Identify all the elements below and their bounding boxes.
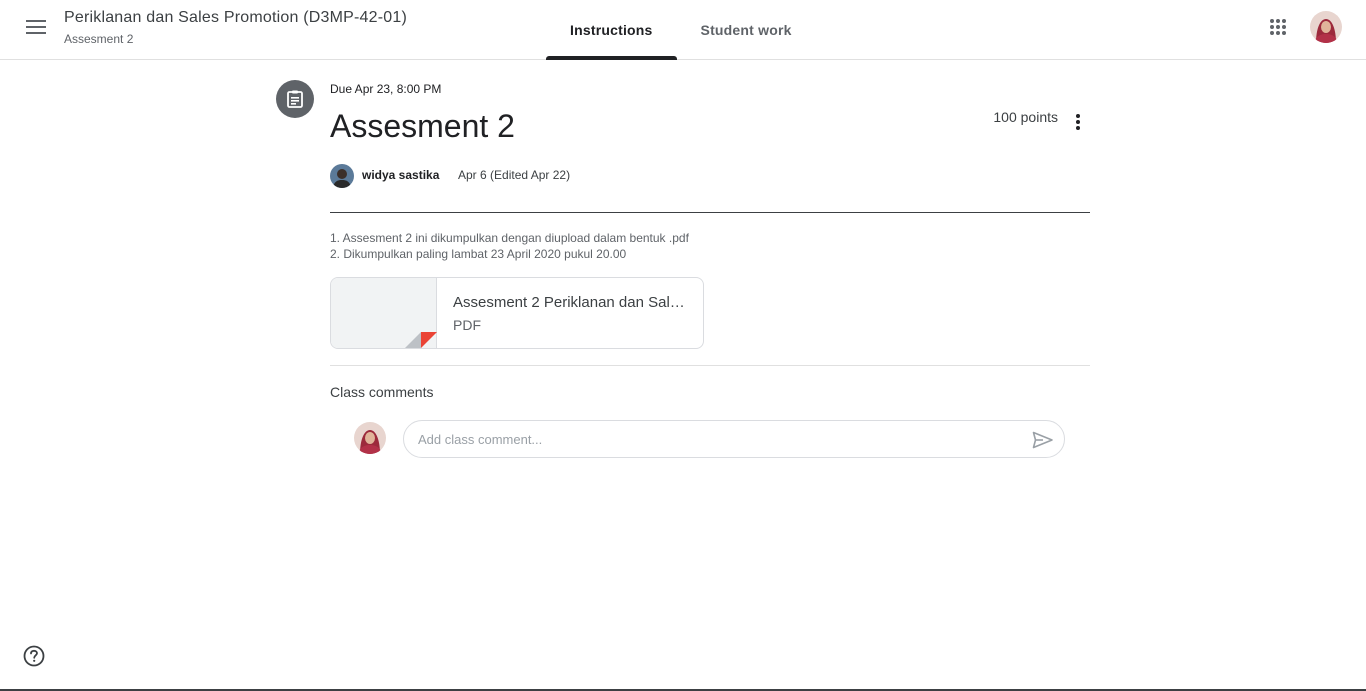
- apps-grid-icon: [1270, 19, 1286, 35]
- pdf-thumbnail: [331, 278, 437, 348]
- attachment-title: Assesment 2 Periklanan dan Sales Promoti…: [453, 294, 689, 311]
- send-icon: [1032, 431, 1053, 449]
- assignment-icon: [276, 80, 314, 118]
- class-subtitle: Assesment 2: [64, 32, 134, 46]
- account-avatar[interactable]: [1310, 11, 1342, 43]
- send-comment-button[interactable]: [1030, 427, 1056, 453]
- assignment-description: 1. Assesment 2 ini dikumpulkan dengan di…: [330, 230, 689, 262]
- due-date: Due Apr 23, 8:00 PM: [330, 82, 442, 96]
- menu-button[interactable]: [18, 9, 54, 45]
- tab-bar: Instructions Student work: [546, 0, 816, 60]
- tab-student-work[interactable]: Student work: [677, 0, 816, 60]
- user-photo-icon: [1310, 11, 1342, 43]
- comment-box: [403, 420, 1065, 458]
- attachment-card[interactable]: Assesment 2 Periklanan dan Sales Promoti…: [330, 277, 704, 349]
- tab-instructions[interactable]: Instructions: [546, 0, 677, 60]
- help-button[interactable]: [22, 644, 46, 668]
- attachment-type: PDF: [453, 317, 481, 333]
- class-title[interactable]: Periklanan dan Sales Promotion (D3MP-42-…: [64, 9, 407, 27]
- comments-divider: [330, 365, 1090, 366]
- google-apps-button[interactable]: [1260, 9, 1296, 45]
- assignment-title: Assesment 2: [330, 108, 515, 144]
- description-line: 1. Assesment 2 ini dikumpulkan dengan di…: [330, 231, 689, 245]
- more-options-button[interactable]: [1064, 108, 1092, 136]
- current-user-avatar: [354, 422, 386, 454]
- author-name: widya sastika: [362, 168, 440, 182]
- menu-icon: [26, 20, 46, 34]
- author-avatar: [330, 164, 354, 188]
- points-label: 100 points: [993, 109, 1058, 125]
- class-comment-input[interactable]: [418, 421, 1018, 457]
- section-divider: [330, 212, 1090, 213]
- top-app-bar: Periklanan dan Sales Promotion (D3MP-42-…: [0, 0, 1366, 60]
- help-icon: [23, 645, 45, 667]
- more-vert-icon: [1076, 114, 1080, 130]
- description-line: 2. Dikumpulkan paling lambat 23 April 20…: [330, 247, 627, 261]
- post-date: Apr 6 (Edited Apr 22): [458, 168, 571, 182]
- class-comments-heading: Class comments: [330, 384, 434, 400]
